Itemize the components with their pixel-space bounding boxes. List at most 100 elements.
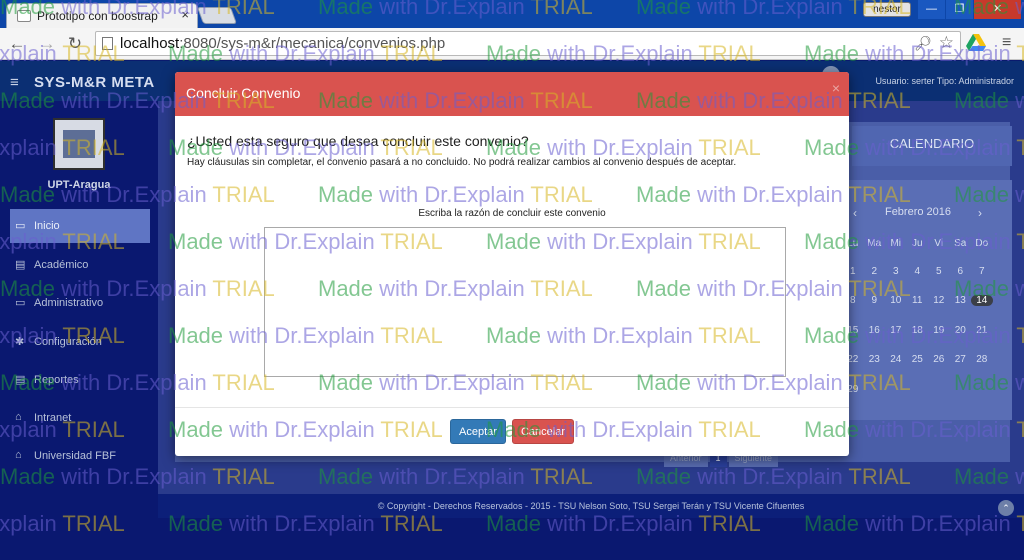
calendar-weekday: Vi <box>934 238 944 249</box>
sidebar-item-inicio[interactable]: ▭ Inicio <box>10 209 150 243</box>
calendar-day[interactable]: 2 <box>864 266 886 277</box>
folder-icon: ▭ <box>15 220 26 232</box>
calendar-day[interactable]: 18 <box>907 325 929 336</box>
calendar-weekday: Do <box>975 238 989 249</box>
reason-label: Escriba la razón de concluir este conven… <box>418 208 606 219</box>
cancel-button[interactable]: Cancelar <box>512 419 574 444</box>
reload-icon[interactable]: ↻ <box>64 33 86 55</box>
modal-close-icon[interactable]: × <box>832 80 840 96</box>
back-arrow-icon[interactable]: ← <box>6 33 28 55</box>
url-text[interactable]: localhost:8080/sys-m&r/mecanica/convenio… <box>120 35 445 52</box>
browser-toolbar: ← → ↻ localhost:8080/sys-m&r/mecanica/co… <box>0 28 1024 60</box>
page-favicon-icon <box>17 10 31 22</box>
sidebar-item-label: Reportes <box>34 374 79 386</box>
calendar-day[interactable]: 19 <box>928 325 950 336</box>
sidebar-item-reportes[interactable]: ▤ Reportes <box>10 363 150 397</box>
calendar-week-row: 8 9 10 11 12 13 14 <box>842 295 1012 306</box>
accept-button[interactable]: Aceptar <box>450 419 506 444</box>
calendar-day[interactable]: 20 <box>950 325 972 336</box>
tab-close-icon[interactable]: × <box>181 7 189 22</box>
calendar-week-row: 29 <box>842 384 1012 395</box>
sidebar-item-administrativo[interactable]: ▭ Administrativo <box>10 286 150 320</box>
calendar-day[interactable]: 10 <box>885 295 907 306</box>
modal-footer-divider <box>175 407 849 408</box>
sidebar-title: UPT-Aragua <box>47 179 111 191</box>
window-close-button[interactable]: ✕ <box>974 0 1021 19</box>
reason-textarea[interactable] <box>264 227 786 377</box>
page-icon <box>102 37 113 50</box>
calendar-day[interactable]: 23 <box>864 354 886 365</box>
sidebar-item-academico[interactable]: ▤ Académico <box>10 248 150 282</box>
browser-tabstrip: Prototipo con boostrap × nestor — ❐ ✕ <box>0 0 1024 28</box>
calendar-day[interactable]: 4 <box>907 266 929 277</box>
calendar-day[interactable]: 7 <box>971 266 993 277</box>
calendar-day[interactable]: 3 <box>885 266 907 277</box>
new-tab-button[interactable] <box>196 7 238 24</box>
sitemap-icon: ⌂ <box>15 411 22 423</box>
sidebar: UPT-Aragua ▭ Inicio ▤ Académico ▭ Admini… <box>0 101 158 560</box>
calendar-day[interactable]: 12 <box>928 295 950 306</box>
conclude-agreement-modal: Concluir Convenio × ¿Usted esta seguro q… <box>175 72 849 456</box>
confirm-question: ¿Usted esta seguro que desea concluir es… <box>187 133 529 149</box>
calendar-day[interactable]: 14 <box>971 295 993 306</box>
app-brand: SYS-M&R META <box>34 74 155 91</box>
calendar-day[interactable]: 11 <box>907 295 929 306</box>
calendar-header: CALENDARIO <box>852 126 1012 166</box>
calendar-day[interactable]: 13 <box>950 295 972 306</box>
footer: © Copyright - Derechos Reservados - 2015… <box>158 494 1024 518</box>
calendar-day[interactable]: 27 <box>950 354 972 365</box>
google-drive-icon[interactable] <box>966 34 986 52</box>
warning-text: Hay cláusulas sin completar, el convenio… <box>187 157 737 168</box>
university-logo <box>53 118 105 170</box>
sidebar-item-label: Administrativo <box>34 297 104 309</box>
scroll-top-button[interactable]: ⌃ <box>998 500 1014 516</box>
calendar-day[interactable]: 28 <box>971 354 993 365</box>
zoom-icon[interactable]: 🔎︎ <box>914 35 932 52</box>
calendar-day[interactable]: 25 <box>907 354 929 365</box>
sidebar-item-configuracion[interactable]: ✱ Configuración <box>10 325 150 359</box>
modal-title: Concluir Convenio <box>186 85 301 101</box>
sidebar-item-label: Universidad FBF <box>34 450 116 462</box>
sidebar-item-label: Académico <box>34 259 89 271</box>
calendar-weekday: Ma <box>867 238 882 249</box>
book-icon: ▤ <box>15 259 26 271</box>
calendar-day[interactable]: 21 <box>971 325 993 336</box>
window-minimize-button[interactable]: — <box>918 0 945 19</box>
calendar-day[interactable]: 9 <box>864 295 886 306</box>
user-info: Usuario: serter Tipo: Administrador <box>875 76 1014 86</box>
browser-menu-icon[interactable]: ≡ <box>1002 34 1011 52</box>
calendar-weekdays: Lu Ma Mi Ju Vi Sa Do <box>842 238 1012 249</box>
gears-icon: ✱ <box>15 336 25 348</box>
calendar-week-row: 22 23 24 25 26 27 28 <box>842 354 1012 365</box>
browser-user-badge[interactable]: nestor <box>863 2 911 17</box>
calendar-day[interactable]: 6 <box>950 266 972 277</box>
calendar-weekday: Mi <box>890 238 902 249</box>
calendar-next-icon[interactable]: › <box>978 206 982 220</box>
sidebar-item-label: Inicio <box>34 220 60 232</box>
hamburger-icon[interactable]: ≡ <box>10 74 19 91</box>
sidebar-item-label: Intranet <box>34 412 72 424</box>
footer-fill <box>158 518 1024 560</box>
institution-icon: ⌂ <box>15 449 22 461</box>
forward-arrow-icon[interactable]: → <box>36 33 58 55</box>
calendar-day[interactable]: 17 <box>885 325 907 336</box>
calendar-week-row: 15 16 17 18 19 20 21 <box>842 325 1012 336</box>
calendar-week-row: 1234567 <box>842 266 1012 277</box>
calendar-weekday: Ju <box>911 238 923 249</box>
window-maximize-button[interactable]: ❐ <box>946 0 973 19</box>
bookmark-star-icon[interactable]: ☆ <box>939 33 954 53</box>
sidebar-item-universidad[interactable]: ⌂ Universidad FBF <box>10 439 150 473</box>
modal-header: Concluir Convenio × <box>175 72 849 116</box>
calendar-month: Febrero 2016 <box>884 206 952 218</box>
desktop-icon: ▭ <box>15 297 26 309</box>
calendar-day[interactable]: 24 <box>885 354 907 365</box>
calendar-day[interactable]: 26 <box>928 354 950 365</box>
tab-title: Prototipo con boostrap <box>37 9 158 23</box>
calendar-day[interactable]: 5 <box>928 266 950 277</box>
address-bar[interactable]: localhost:8080/sys-m&r/mecanica/convenio… <box>95 31 961 56</box>
sidebar-item-intranet[interactable]: ⌂ Intranet <box>10 401 150 435</box>
file-icon: ▤ <box>15 374 26 386</box>
sidebar-item-label: Configuración <box>34 336 102 348</box>
calendar-day[interactable]: 16 <box>864 325 886 336</box>
browser-tab[interactable]: Prototipo con boostrap × <box>6 3 198 28</box>
